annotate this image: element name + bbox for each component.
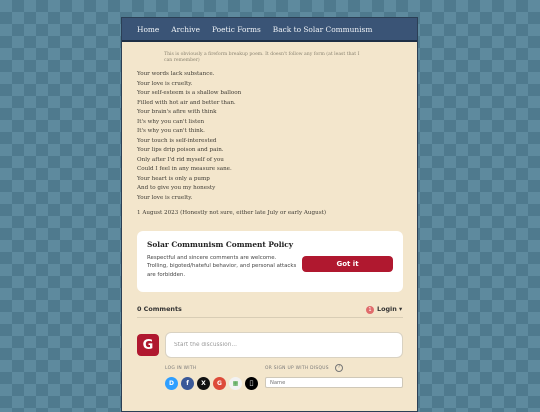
comment-input[interactable]: [165, 332, 403, 358]
poem-line: Your lips drip poison and pain.: [137, 147, 224, 153]
poem-line: Your words lack substance.: [137, 71, 215, 77]
divider: [137, 317, 403, 318]
page-container: Home Archive Poetic Forms Back to Solar …: [121, 17, 418, 412]
social-login-buttons: D f X G ▦ : [165, 377, 258, 390]
poem-line: Your brain's afire with think: [137, 109, 217, 115]
policy-body: Respectful and sincere comments are welc…: [147, 255, 297, 278]
microsoft-icon[interactable]: ▦: [229, 377, 242, 390]
login-menu[interactable]: Login ▾: [377, 305, 402, 313]
poem-line: And to give you my honesty: [137, 185, 216, 191]
top-navigation: Home Archive Poetic Forms Back to Solar …: [122, 18, 417, 42]
nav-poetic-forms-link[interactable]: Poetic Forms: [212, 25, 261, 34]
login-with-label: LOG IN WITH: [165, 366, 197, 371]
comment-policy-card: Solar Communism Comment Policy Respectfu…: [137, 231, 403, 292]
got-it-button[interactable]: Got it: [302, 256, 393, 272]
policy-title: Solar Communism Comment Policy: [147, 240, 294, 249]
poem-line: Only after I'd rid myself of you: [137, 156, 224, 163]
name-field[interactable]: [265, 377, 403, 388]
comment-count: 0 Comments: [137, 305, 182, 313]
poem-line: Filled with hot air and better than.: [137, 99, 236, 106]
notification-badge[interactable]: 1: [366, 306, 374, 314]
post-date: 1 August 2023 (Honestly not sure, either…: [137, 210, 327, 216]
poem-line: Your love is cruelty.: [137, 194, 193, 201]
poem-line: Your touch is self-interested: [137, 137, 217, 144]
avatar: G: [137, 334, 159, 356]
poem-line: Could I feel in any measure sane.: [137, 166, 232, 172]
nav-archive-link[interactable]: Archive: [171, 25, 200, 34]
poem-line: Your self-esteem is a shallow balloon: [137, 90, 242, 96]
nav-back-link[interactable]: Back to Solar Communism: [273, 25, 373, 34]
disqus-icon[interactable]: D: [165, 377, 178, 390]
comments-header: 0 Comments 1 Login ▾: [137, 304, 403, 316]
help-icon[interactable]: ?: [335, 364, 343, 372]
signup-label: OR SIGN UP WITH DISQUS: [265, 366, 329, 371]
poem-line: Your heart is only a pump: [137, 175, 210, 182]
post-note: This is obviously a fireform breakup poe…: [164, 52, 360, 63]
x-icon[interactable]: X: [197, 377, 210, 390]
facebook-icon[interactable]: f: [181, 377, 194, 390]
poem-line: It's why you can't think.: [137, 128, 205, 134]
poem-line: It's why you can't listen: [137, 118, 205, 125]
google-icon[interactable]: G: [213, 377, 226, 390]
poem: Your words lack substance. Your love is …: [137, 70, 241, 203]
nav-home-link[interactable]: Home: [137, 25, 159, 34]
apple-icon[interactable]: : [245, 377, 258, 390]
poem-line: Your love is cruelty.: [137, 80, 193, 87]
